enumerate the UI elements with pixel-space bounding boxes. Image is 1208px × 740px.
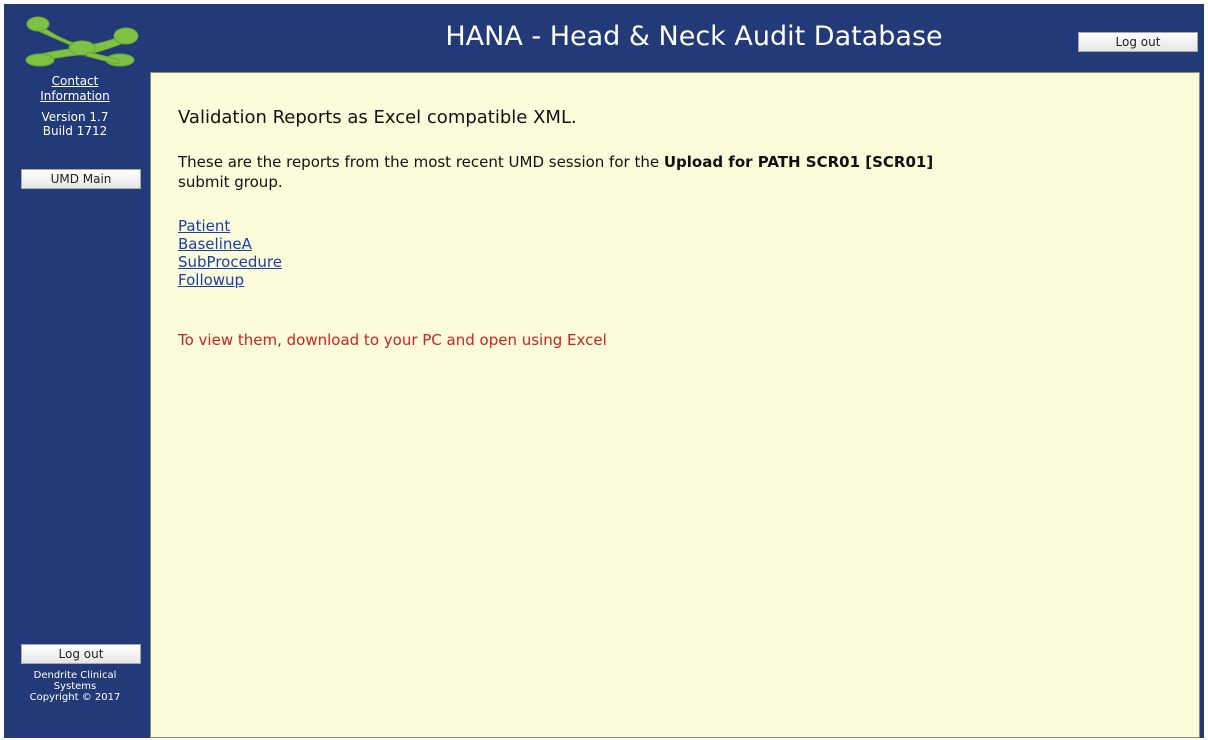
build-label: Build 1712 [42,124,108,138]
sidebar: Contact Information Version 1.7 Build 17… [4,68,146,738]
desc-prefix: These are the reports from the most rece… [178,153,664,171]
version-info: Version 1.7 Build 1712 [4,110,146,138]
contact-link-line2[interactable]: Information [4,89,146,104]
report-link-patient[interactable]: Patient [178,217,282,235]
version-label: Version 1.7 [41,110,109,124]
logout-button-top[interactable]: Log out [1078,32,1198,52]
app-frame: HANA - Head & Neck Audit Database Log ou… [4,4,1204,738]
app-title: HANA - Head & Neck Audit Database [445,21,943,52]
report-link-baselinea[interactable]: BaselineA [178,235,282,253]
logout-button-sidebar[interactable]: Log out [21,644,141,664]
report-link-followup[interactable]: Followup [178,271,282,289]
report-links: Patient BaselineA SubProcedure Followup [178,217,282,289]
umd-main-button[interactable]: UMD Main [21,169,141,189]
page-heading: Validation Reports as Excel compatible X… [178,107,577,128]
submit-group-name: Upload for PATH SCR01 [SCR01] [663,153,934,171]
download-note: To view them, download to your PC and op… [178,331,607,349]
report-link-subprocedure[interactable]: SubProcedure [178,253,282,271]
copyright-line3: Copyright © 2017 [29,692,121,703]
contact-information-link[interactable]: Contact Information [4,74,146,104]
contact-link-line1[interactable]: Contact [4,74,146,89]
desc-suffix: submit group. [178,173,283,191]
copyright-line1: Dendrite Clinical [33,670,117,681]
page-description: These are the reports from the most rece… [178,152,1178,192]
copyright-line2: Systems [53,681,97,692]
copyright-info: Dendrite Clinical Systems Copyright © 20… [4,670,146,703]
app-logo [22,12,142,68]
main-content: Validation Reports as Excel compatible X… [150,72,1200,738]
